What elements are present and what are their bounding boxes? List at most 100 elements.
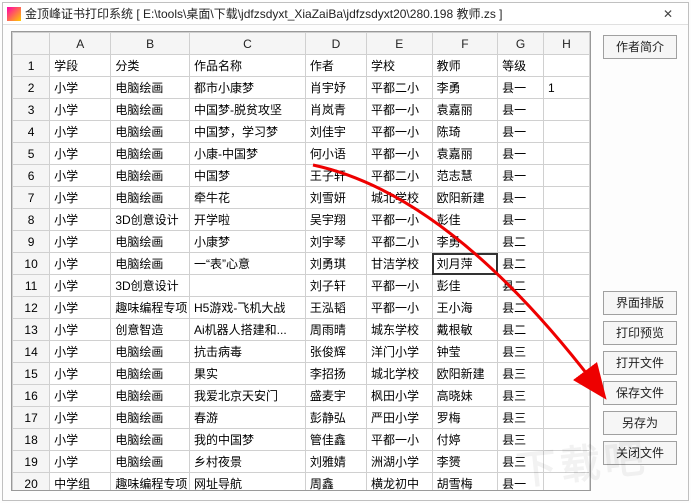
cell[interactable]: 电脑绘画 [111,253,190,275]
cell[interactable]: 刘宇琴 [305,231,366,253]
cell[interactable]: 都市小康梦 [190,77,306,99]
cell[interactable]: 袁嘉丽 [432,99,498,121]
row-header[interactable]: 8 [13,209,50,231]
col-header[interactable]: E [367,33,433,55]
cell[interactable]: 电脑绘画 [111,99,190,121]
cell[interactable]: 我爱北京天安门 [190,385,306,407]
cell[interactable]: 城北学校 [367,363,433,385]
cell[interactable] [544,319,590,341]
cell[interactable]: 钟莹 [432,341,498,363]
cell[interactable]: 小学 [50,451,111,473]
author-button[interactable]: 作者简介 [603,35,677,59]
cell[interactable]: 小学 [50,209,111,231]
cell[interactable] [544,231,590,253]
cell[interactable]: 小学 [50,319,111,341]
cell[interactable]: 付婷 [432,429,498,451]
cell[interactable]: 平都一小 [367,209,433,231]
cell[interactable]: 甘洁学校 [367,253,433,275]
table-row[interactable]: 16小学电脑绘画我爱北京天安门盛麦宇枫田小学高晓妹县三 [13,385,590,407]
cell[interactable]: 学校 [367,55,433,77]
cell[interactable]: 刘雪妍 [305,187,366,209]
cell[interactable]: 电脑绘画 [111,385,190,407]
cell[interactable]: 县二 [498,231,544,253]
cell[interactable]: 小学 [50,275,111,297]
cell[interactable]: 县三 [498,385,544,407]
cell[interactable]: 教师 [432,55,498,77]
cell[interactable]: 乡村夜景 [190,451,306,473]
row-header[interactable]: 9 [13,231,50,253]
cell[interactable]: 电脑绘画 [111,363,190,385]
cell[interactable]: 彭佳 [432,209,498,231]
cell[interactable] [544,341,590,363]
table-row[interactable]: 19小学电脑绘画乡村夜景刘雅婧洲湖小学李赟县三 [13,451,590,473]
table-row[interactable]: 13小学创意智造Ai机器人搭建和...周雨晴城东学校戴根敏县二 [13,319,590,341]
table-row[interactable]: 3小学电脑绘画中国梦-脱贫攻坚肖岚青平都一小袁嘉丽县一 [13,99,590,121]
cell[interactable]: 李勇 [432,77,498,99]
cell[interactable]: 县三 [498,363,544,385]
row-header[interactable]: 10 [13,253,50,275]
cell[interactable]: 平都一小 [367,275,433,297]
cell[interactable]: 李赟 [432,451,498,473]
cell[interactable]: 电脑绘画 [111,187,190,209]
table-row[interactable]: 6小学电脑绘画中国梦王子轩平都二小范志慧县一 [13,165,590,187]
cell[interactable]: 袁嘉丽 [432,143,498,165]
cell[interactable]: 网址导航 [190,473,306,492]
cell[interactable] [544,165,590,187]
cell[interactable]: 县一 [498,209,544,231]
cell[interactable]: 3D创意设计 [111,209,190,231]
save-button[interactable]: 保存文件 [603,381,677,405]
cell[interactable]: 分类 [111,55,190,77]
cell[interactable]: 王小海 [432,297,498,319]
cell[interactable]: 创意智造 [111,319,190,341]
cell[interactable]: 高晓妹 [432,385,498,407]
cell[interactable]: 陈琦 [432,121,498,143]
cell[interactable]: 县二 [498,275,544,297]
row-header[interactable]: 12 [13,297,50,319]
cell[interactable]: 县一 [498,187,544,209]
row-header[interactable]: 15 [13,363,50,385]
table-row[interactable]: 14小学电脑绘画抗击病毒张俊辉洋门小学钟莹县三 [13,341,590,363]
cell[interactable]: 开学啦 [190,209,306,231]
row-header[interactable]: 4 [13,121,50,143]
layout-button[interactable]: 界面排版 [603,291,677,315]
cell[interactable]: 欧阳新建 [432,363,498,385]
cell[interactable]: 平都一小 [367,99,433,121]
col-header[interactable]: F [432,33,498,55]
cell[interactable]: 等级 [498,55,544,77]
cell[interactable] [544,297,590,319]
cell[interactable] [544,363,590,385]
cell[interactable]: 王泓韬 [305,297,366,319]
row-header[interactable]: 7 [13,187,50,209]
cell[interactable]: 平都一小 [367,297,433,319]
table-row[interactable]: 2小学电脑绘画都市小康梦肖宇妤平都二小李勇县一1 [13,77,590,99]
cell[interactable]: 电脑绘画 [111,451,190,473]
cell[interactable]: 平都一小 [367,121,433,143]
cell[interactable]: H5游戏-飞机大战 [190,297,306,319]
cell[interactable]: 刘子轩 [305,275,366,297]
cell[interactable]: 中学组 [50,473,111,492]
col-header[interactable]: G [498,33,544,55]
cell[interactable] [544,429,590,451]
cell[interactable]: 吴宇翔 [305,209,366,231]
row-header[interactable]: 20 [13,473,50,492]
cell[interactable]: 周鑫 [305,473,366,492]
cell[interactable]: 县一 [498,121,544,143]
cell[interactable]: 李招扬 [305,363,366,385]
table-row[interactable]: 8小学3D创意设计开学啦吴宇翔平都一小彭佳县一 [13,209,590,231]
open-button[interactable]: 打开文件 [603,351,677,375]
cell[interactable]: 牵牛花 [190,187,306,209]
cell[interactable]: 电脑绘画 [111,429,190,451]
row-header[interactable]: 17 [13,407,50,429]
cell[interactable]: 小学 [50,77,111,99]
cell[interactable]: 县一 [498,143,544,165]
table-row[interactable]: 18小学电脑绘画我的中国梦管佳鑫平都一小付婷县三 [13,429,590,451]
row-header[interactable]: 6 [13,165,50,187]
cell[interactable]: 1 [544,77,590,99]
table-row[interactable]: 12小学趣味编程专项H5游戏-飞机大战王泓韬平都一小王小海县二 [13,297,590,319]
cell[interactable]: 平都二小 [367,165,433,187]
cell[interactable]: 电脑绘画 [111,165,190,187]
cell[interactable]: 肖宇妤 [305,77,366,99]
cell[interactable]: 县三 [498,451,544,473]
cell[interactable]: 电脑绘画 [111,407,190,429]
col-header[interactable]: B [111,33,190,55]
